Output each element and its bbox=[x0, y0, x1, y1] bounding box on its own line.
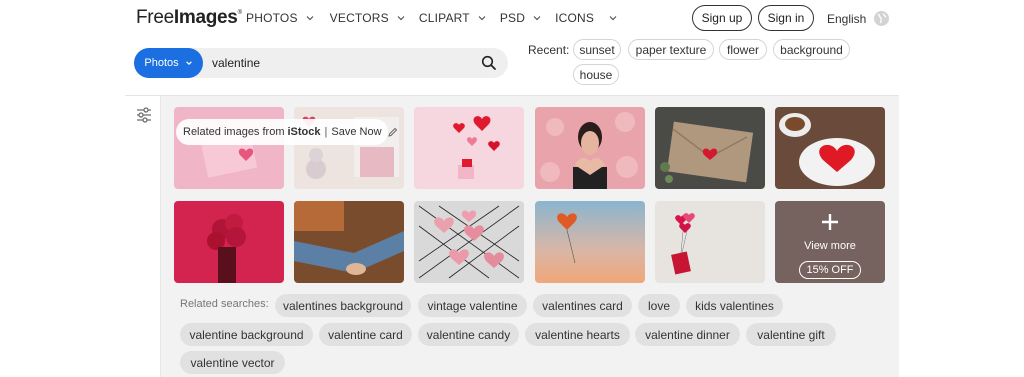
main-nav: PHOTOS VECTORS CLIPART PSD ICONS bbox=[246, 11, 618, 25]
heart-cake-coffee-photo bbox=[775, 107, 885, 189]
recent-label: Recent: bbox=[528, 43, 570, 57]
logo-images-text: Images bbox=[173, 7, 238, 28]
language-label: English bbox=[827, 11, 867, 26]
sign-up-button[interactable]: Sign up bbox=[692, 5, 752, 31]
filter-sidebar bbox=[125, 96, 161, 377]
recent-chip[interactable]: sunset bbox=[573, 39, 621, 60]
plus-icon bbox=[818, 210, 842, 234]
related-chip[interactable]: valentine hearts bbox=[525, 323, 630, 346]
related-chip[interactable]: love bbox=[638, 294, 680, 317]
nav-psd-label: PSD bbox=[499, 11, 526, 25]
logo-free-text: Free bbox=[136, 7, 174, 28]
globe-icon bbox=[874, 11, 890, 26]
related-chip[interactable]: valentine gift bbox=[746, 323, 836, 346]
related-chip[interactable]: valentine vector bbox=[180, 351, 285, 374]
nav-clipart-label: CLIPART bbox=[418, 11, 470, 25]
woman-heart-hands-photo bbox=[535, 107, 645, 189]
related-chip[interactable]: valentine background bbox=[180, 323, 313, 346]
nav-icons-label: ICONS bbox=[555, 11, 595, 25]
istock-banner-prefix: Related images from bbox=[183, 126, 285, 138]
nav-clipart[interactable]: CLIPART bbox=[419, 11, 487, 25]
chevron-down-icon bbox=[532, 13, 542, 23]
related-chip[interactable]: kids valentines bbox=[686, 294, 783, 317]
search-icon[interactable] bbox=[481, 55, 497, 71]
chevron-down-icon bbox=[608, 13, 618, 23]
image-tile[interactable] bbox=[535, 107, 645, 189]
image-tile[interactable] bbox=[174, 201, 284, 283]
search-type-dropdown[interactable]: Photos bbox=[134, 48, 203, 78]
nav-vectors[interactable]: VECTORS bbox=[330, 11, 406, 25]
related-chip[interactable]: valentine dinner bbox=[635, 323, 740, 346]
chevron-down-icon bbox=[396, 13, 406, 23]
istock-promo-banner[interactable]: Related images from iStock | Save Now bbox=[176, 119, 397, 145]
heart-balloon-sky-photo bbox=[535, 201, 645, 283]
language-selector[interactable]: English bbox=[827, 11, 890, 26]
chevron-down-icon bbox=[305, 13, 315, 23]
image-tile[interactable] bbox=[775, 107, 885, 189]
pen-icon bbox=[387, 127, 398, 138]
image-tile[interactable] bbox=[655, 201, 765, 283]
image-tile[interactable] bbox=[414, 107, 524, 189]
red-hearts-gift-photo bbox=[414, 107, 524, 189]
red-balloons-couple-photo bbox=[174, 201, 284, 283]
chevron-down-icon bbox=[477, 13, 487, 23]
search-bar: Photos bbox=[134, 48, 508, 78]
view-more-label: View more bbox=[804, 240, 856, 252]
nav-icons[interactable]: ICONS bbox=[555, 11, 618, 25]
image-tile[interactable] bbox=[414, 201, 524, 283]
view-more-tile[interactable]: View more 15% OFF bbox=[775, 201, 885, 283]
related-chip[interactable]: valentines background bbox=[275, 294, 411, 317]
heart-cookies-rack-photo bbox=[414, 201, 524, 283]
istock-separator: | bbox=[324, 126, 328, 138]
envelope-red-heart-photo bbox=[655, 107, 765, 189]
heart-balloons-gift-photo bbox=[655, 201, 765, 283]
chevron-down-icon bbox=[185, 59, 193, 67]
freeimages-logo[interactable]: FreeImages® bbox=[136, 7, 242, 29]
istock-save-now: Save Now bbox=[331, 126, 382, 138]
recent-chip[interactable]: house bbox=[573, 64, 619, 85]
search-type-label: Photos bbox=[144, 57, 179, 69]
image-tile[interactable] bbox=[655, 107, 765, 189]
sign-in-button[interactable]: Sign in bbox=[758, 5, 814, 31]
couple-legs-fireplace-photo bbox=[294, 201, 404, 283]
related-chip[interactable]: valentine card bbox=[319, 323, 412, 346]
nav-photos[interactable]: PHOTOS bbox=[246, 11, 315, 25]
nav-psd[interactable]: PSD bbox=[500, 11, 542, 25]
search-input[interactable] bbox=[212, 54, 462, 72]
logo-registered-mark: ® bbox=[237, 10, 242, 16]
nav-vectors-label: VECTORS bbox=[329, 11, 389, 25]
filter-sliders-icon[interactable] bbox=[136, 107, 152, 123]
recent-chip[interactable]: paper texture bbox=[628, 39, 714, 60]
image-tile[interactable] bbox=[535, 201, 645, 283]
related-chip[interactable]: valentines card bbox=[533, 294, 632, 317]
image-tile[interactable] bbox=[294, 201, 404, 283]
related-chip[interactable]: vintage valentine bbox=[418, 294, 527, 317]
related-searches-label: Related searches: bbox=[180, 298, 269, 310]
related-chip[interactable]: valentine candy bbox=[418, 323, 519, 346]
recent-chip[interactable]: flower bbox=[719, 39, 767, 60]
discount-badge: 15% OFF bbox=[799, 261, 861, 279]
nav-photos-label: PHOTOS bbox=[246, 11, 298, 25]
recent-chip[interactable]: background bbox=[773, 39, 850, 60]
istock-brand: iStock bbox=[287, 126, 321, 138]
